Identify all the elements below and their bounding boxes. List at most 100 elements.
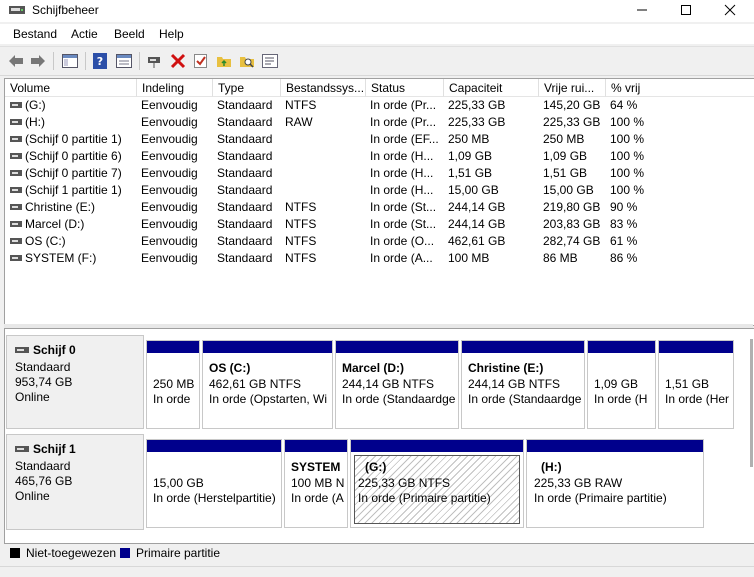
partition-type-bar bbox=[285, 440, 347, 452]
table-cell: Standaard bbox=[217, 251, 273, 265]
table-row[interactable]: (Schijf 0 partitie 7) Eenvoudig Standaard I… bbox=[5, 165, 754, 182]
column-header-volume[interactable]: Volume bbox=[5, 79, 137, 97]
table-cell: In orde (Pr... bbox=[370, 115, 437, 129]
table-row[interactable]: Christine (E:) Eenvoudig Standaard NTFS In o… bbox=[5, 199, 754, 216]
table-cell: 100 % bbox=[610, 166, 645, 180]
maximize-button[interactable] bbox=[664, 0, 708, 20]
minimize-icon bbox=[637, 9, 647, 11]
table-cell: Standaard bbox=[217, 149, 273, 163]
help-button[interactable]: ? bbox=[91, 51, 111, 71]
partition-disk0-recovery-7[interactable]: 1,51 GB In orde (Her bbox=[658, 340, 734, 429]
table-row[interactable]: OS (C:) Eenvoudig Standaard NTFS In orde (O.… bbox=[5, 233, 754, 250]
table-row[interactable]: (Schijf 1 partitie 1) Eenvoudig Standaard I… bbox=[5, 182, 754, 199]
connect-button[interactable] bbox=[145, 51, 165, 71]
partition-size: 244,14 GB NTFS bbox=[342, 377, 435, 391]
forward-button[interactable] bbox=[28, 51, 48, 71]
table-cell: 83 % bbox=[610, 217, 638, 231]
column-header-status[interactable]: Status bbox=[366, 79, 444, 97]
column-header-vrije-ruimte[interactable]: Vrije rui... bbox=[539, 79, 606, 97]
table-cell: 225,33 GB bbox=[448, 98, 506, 112]
column-header-bestandssysteem[interactable]: Bestandssys... bbox=[281, 79, 366, 97]
folder-search-icon bbox=[240, 57, 254, 68]
menu-bestand[interactable]: Bestand bbox=[13, 27, 57, 41]
volume-icon bbox=[10, 221, 22, 227]
partition-disk0-efi[interactable]: 250 MB In orde bbox=[146, 340, 200, 429]
partition-status: In orde (Herstelpartitie) bbox=[153, 491, 276, 505]
close-button[interactable] bbox=[708, 0, 752, 20]
table-cell: 64 % bbox=[610, 98, 638, 112]
table-cell: RAW bbox=[285, 115, 313, 129]
disk-1-label[interactable]: Schijf 1 Standaard 465,76 GB Online bbox=[6, 434, 144, 530]
partition-type-bar bbox=[659, 341, 733, 353]
column-header-type[interactable]: Type bbox=[213, 79, 281, 97]
table-cell: Standaard bbox=[217, 200, 273, 214]
partition-type-bar bbox=[336, 341, 458, 353]
table-row[interactable]: (Schijf 0 partitie 1) Eenvoudig Standaard I… bbox=[5, 131, 754, 148]
table-cell bbox=[285, 165, 366, 182]
disk-0-label[interactable]: Schijf 0 Standaard 953,74 GB Online bbox=[6, 335, 144, 429]
disk-icon bbox=[15, 347, 29, 353]
open-button[interactable] bbox=[214, 51, 234, 71]
menu-help[interactable]: Help bbox=[159, 27, 184, 41]
partition-os-c[interactable]: OS (C:) 462,61 GB NTFS In orde (Opstarte… bbox=[202, 340, 333, 429]
table-cell bbox=[285, 148, 366, 165]
properties-button[interactable] bbox=[260, 51, 280, 71]
table-row[interactable]: (H:) Eenvoudig Standaard RAW In orde (Pr... 2… bbox=[5, 114, 754, 131]
disk-1-type: Standaard bbox=[15, 459, 71, 473]
column-header-indeling[interactable]: Indeling bbox=[137, 79, 213, 97]
partition-type-bar bbox=[527, 440, 703, 452]
explore-button[interactable] bbox=[237, 51, 257, 71]
forward-arrow-icon bbox=[31, 55, 45, 67]
table-row[interactable]: SYSTEM (F:) Eenvoudig Standaard NTFS In orde… bbox=[5, 250, 754, 267]
partition-g-selected[interactable]: (G:) 225,33 GB NTFS In orde (Primaire pa… bbox=[350, 439, 524, 528]
legend-unallocated-swatch bbox=[10, 548, 20, 558]
table-cell: (Schijf 0 partitie 6) bbox=[25, 149, 122, 163]
menu-beeld[interactable]: Beeld bbox=[114, 27, 145, 41]
partition-type-bar bbox=[203, 341, 332, 353]
volume-icon bbox=[10, 153, 22, 159]
table-cell: 225,33 GB bbox=[543, 115, 601, 129]
properties-icon bbox=[262, 54, 278, 68]
table-row[interactable]: (Schijf 0 partitie 6) Eenvoudig Standaard I… bbox=[5, 148, 754, 165]
table-cell: In orde (Pr... bbox=[370, 98, 437, 112]
svg-text:?: ? bbox=[97, 55, 103, 68]
column-header-capaciteit[interactable]: Capaciteit bbox=[444, 79, 539, 97]
table-cell: In orde (H... bbox=[370, 149, 434, 163]
console-tree-icon bbox=[62, 54, 78, 68]
volume-icon bbox=[10, 119, 22, 125]
table-row[interactable]: Marcel (D:) Eenvoudig Standaard NTFS In orde… bbox=[5, 216, 754, 233]
partition-system-f[interactable]: SYSTEM 100 MB N In orde (A bbox=[284, 439, 348, 528]
table-cell: 100 MB bbox=[448, 251, 490, 265]
table-cell: In orde (St... bbox=[370, 217, 437, 231]
toolbar-separator bbox=[85, 52, 86, 70]
volume-icon bbox=[10, 204, 22, 210]
table-cell: Eenvoudig bbox=[141, 149, 198, 163]
partition-disk1-recovery[interactable]: 15,00 GB In orde (Herstelpartitie) bbox=[146, 439, 282, 528]
table-cell: In orde (H... bbox=[370, 183, 434, 197]
volume-icon bbox=[10, 187, 22, 193]
table-row[interactable]: (G:) Eenvoudig Standaard NTFS In orde (Pr...… bbox=[5, 97, 754, 114]
table-cell: In orde (O... bbox=[370, 234, 435, 248]
partition-name: SYSTEM bbox=[291, 460, 341, 474]
partition-christine-e[interactable]: Christine (E:) 244,14 GB NTFS In orde (S… bbox=[461, 340, 585, 429]
disk-0-state: Online bbox=[15, 390, 50, 404]
toolbar-separator bbox=[139, 52, 140, 70]
partition-type-bar bbox=[462, 341, 584, 353]
console-tree-button[interactable] bbox=[60, 51, 80, 71]
partition-marcel-d[interactable]: Marcel (D:) 244,14 GB NTFS In orde (Stan… bbox=[335, 340, 459, 429]
back-button[interactable] bbox=[6, 51, 26, 71]
column-header-procent-vrij[interactable]: % vrij bbox=[606, 79, 754, 97]
partition-disk0-recovery-6[interactable]: 1,09 GB In orde (H bbox=[587, 340, 656, 429]
view-list-icon bbox=[116, 54, 132, 68]
vertical-scrollbar-thumb[interactable] bbox=[750, 339, 753, 467]
partition-h[interactable]: (H:) 225,33 GB RAW In orde (Primaire par… bbox=[526, 439, 704, 528]
delete-button[interactable] bbox=[168, 51, 188, 71]
disk-0-name: Schijf 0 bbox=[33, 343, 76, 357]
menu-actie[interactable]: Actie bbox=[71, 27, 98, 41]
properties-view-button[interactable] bbox=[114, 51, 134, 71]
minimize-button[interactable] bbox=[620, 0, 664, 20]
check-button[interactable] bbox=[191, 51, 211, 71]
table-cell: 203,83 GB bbox=[543, 217, 601, 231]
partition-name: Marcel (D:) bbox=[342, 361, 405, 375]
disk-graphical-view: Schijf 0 Standaard 953,74 GB Online 250 … bbox=[4, 328, 754, 544]
